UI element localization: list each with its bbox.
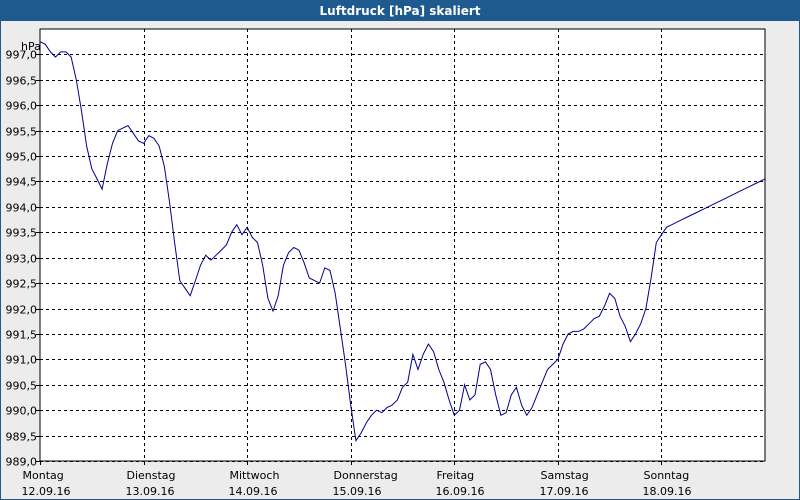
x-tick-date-label: 18.09.16 (643, 485, 692, 498)
y-tick-label: 993,5 (6, 227, 38, 240)
y-tick-label: 991,5 (6, 329, 38, 342)
x-tick-date-label: 17.09.16 (540, 485, 589, 498)
x-tick-date-label: 14.09.16 (229, 485, 278, 498)
y-tick-label: 992,5 (6, 278, 38, 291)
y-tick-label: 990,5 (6, 380, 38, 393)
y-tick-label: 991,0 (6, 354, 38, 367)
x-tick-day-label: Sonntag (644, 469, 690, 482)
y-tick-label: 989,0 (6, 456, 38, 469)
x-tick-day-label: Mittwoch (230, 469, 280, 482)
y-tick-label: 990,0 (6, 405, 38, 418)
chart-window: Luftdruck [hPa] skaliert hPa 997,0 996,5 9… (0, 0, 800, 500)
line-chart: hPa 997,0996,5996,0995,5995,0994,5994,09… (6, 28, 766, 498)
y-tick-label: 989,5 (6, 431, 38, 444)
y-tick-label: 992,0 (6, 304, 38, 317)
x-tick-date-label: 13.09.16 (126, 485, 175, 498)
y-tick-label: 997,0 (6, 49, 38, 62)
x-tick-day-label: Dienstag (127, 469, 176, 482)
x-tick-day-label: Samstag (541, 469, 589, 482)
x-tick-date-label: 16.09.16 (436, 485, 485, 498)
y-tick-label: 994,5 (6, 176, 38, 189)
x-tick-day-label: Donnerstag (334, 469, 398, 482)
y-axis: hPa 997,0996,5996,0995,5995,0994,5994,09… (6, 40, 41, 469)
x-tick-day-label: Freitag (437, 469, 475, 482)
y-tick-label: 995,5 (6, 126, 38, 139)
y-tick-label: 993,0 (6, 253, 38, 266)
y-tick-label: 995,0 (6, 151, 38, 164)
y-tick-label: 996,0 (6, 100, 38, 113)
y-tick-label: 996,5 (6, 75, 38, 88)
x-axis: Montag 12.09.16 Dienstag 13.09.16 Mittwoch 14… (22, 461, 692, 498)
x-tick-day-label: Montag (23, 469, 64, 482)
y-tick-label: 994,0 (6, 202, 38, 215)
x-tick-date-label: 12.09.16 (22, 485, 71, 498)
x-tick-date-label: 15.09.16 (333, 485, 382, 498)
